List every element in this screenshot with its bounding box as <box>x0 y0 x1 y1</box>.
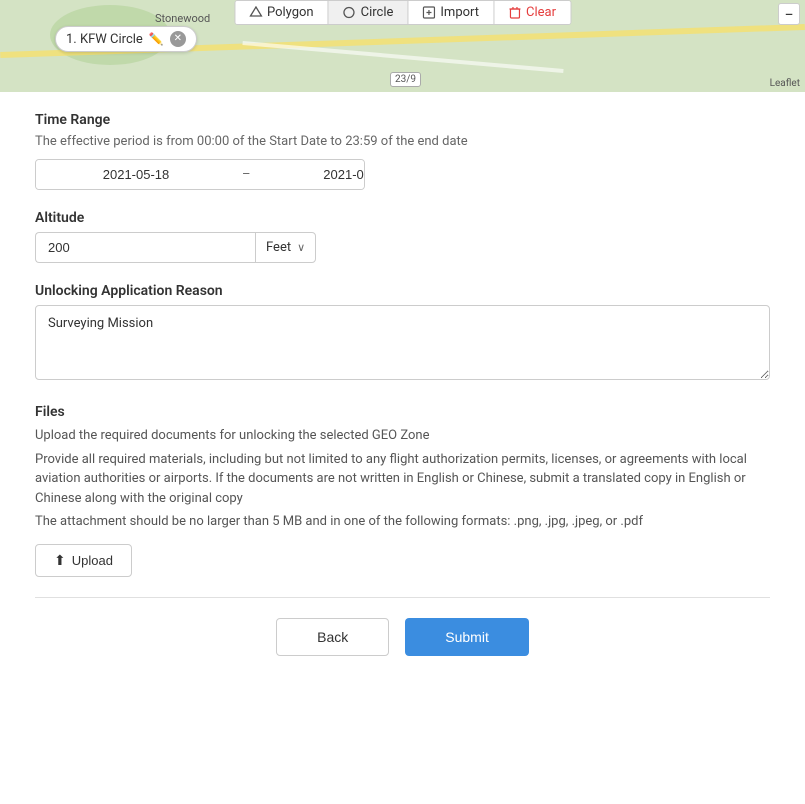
kfw-circle-label: 1. KFW Circle <box>66 32 143 47</box>
altitude-unit-select[interactable]: Feet ∨ <box>255 232 316 263</box>
map-zoom-out-button[interactable]: − <box>778 3 800 25</box>
date-range-row: – <box>35 159 365 190</box>
clear-label: Clear <box>526 5 556 20</box>
map-toolbar: Polygon Circle Import <box>234 0 571 25</box>
files-description-1: Upload the required documents for unlock… <box>35 426 770 446</box>
bottom-actions: Back Submit <box>35 618 770 686</box>
edit-icon[interactable]: ✏️ <box>149 32 164 46</box>
back-button[interactable]: Back <box>276 618 389 656</box>
files-section: Files Upload the required documents for … <box>35 404 770 577</box>
reason-section: Unlocking Application Reason <box>35 283 770 384</box>
kfw-circle-tag: 1. KFW Circle ✏️ ✕ <box>55 26 197 52</box>
upload-button[interactable]: ⬆ Upload <box>35 544 132 577</box>
import-tool-button[interactable]: Import <box>408 1 494 24</box>
kfw-circle-close-button[interactable]: ✕ <box>170 31 186 47</box>
start-date-input[interactable] <box>36 160 236 189</box>
files-description-3: The attachment should be no larger than … <box>35 512 770 532</box>
leaflet-credit: Leaflet <box>770 78 800 89</box>
import-icon <box>422 6 435 19</box>
files-label: Files <box>35 404 770 420</box>
bottom-divider <box>35 597 770 598</box>
chevron-down-icon: ∨ <box>297 241 305 254</box>
polygon-label: Polygon <box>267 5 314 20</box>
clear-tool-button[interactable]: Clear <box>494 1 570 24</box>
circle-icon <box>343 6 356 19</box>
end-date-input[interactable] <box>257 160 365 189</box>
time-range-description: The effective period is from 00:00 of th… <box>35 134 770 149</box>
reason-label: Unlocking Application Reason <box>35 283 770 299</box>
altitude-section: Altitude Feet ∨ <box>35 210 770 263</box>
polygon-tool-button[interactable]: Polygon <box>235 1 329 24</box>
clear-icon <box>508 6 521 19</box>
map-container: Polygon Circle Import <box>0 0 805 92</box>
upload-label: Upload <box>72 553 113 568</box>
altitude-input[interactable] <box>35 232 255 263</box>
date-separator: – <box>236 160 257 189</box>
stonewood-map-label: Stonewood <box>155 12 210 25</box>
time-range-section: Time Range The effective period is from … <box>35 112 770 190</box>
circle-label: Circle <box>361 5 394 20</box>
altitude-unit-label: Feet <box>266 240 291 255</box>
upload-icon: ⬆ <box>54 552 66 569</box>
circle-tool-button[interactable]: Circle <box>329 1 409 24</box>
zoom-out-symbol: − <box>784 5 793 24</box>
form-content: Time Range The effective period is from … <box>0 92 805 706</box>
altitude-row: Feet ∨ <box>35 232 770 263</box>
map-background: Polygon Circle Import <box>0 0 805 92</box>
files-description-2: Provide all required materials, includin… <box>35 450 770 509</box>
time-range-label: Time Range <box>35 112 770 128</box>
polygon-icon <box>249 6 262 19</box>
map-number-badge: 23/9 <box>390 72 421 87</box>
altitude-label: Altitude <box>35 210 770 226</box>
submit-button[interactable]: Submit <box>405 618 529 656</box>
map-road-secondary <box>242 41 563 73</box>
reason-textarea[interactable] <box>35 305 770 380</box>
import-label: Import <box>440 5 479 20</box>
